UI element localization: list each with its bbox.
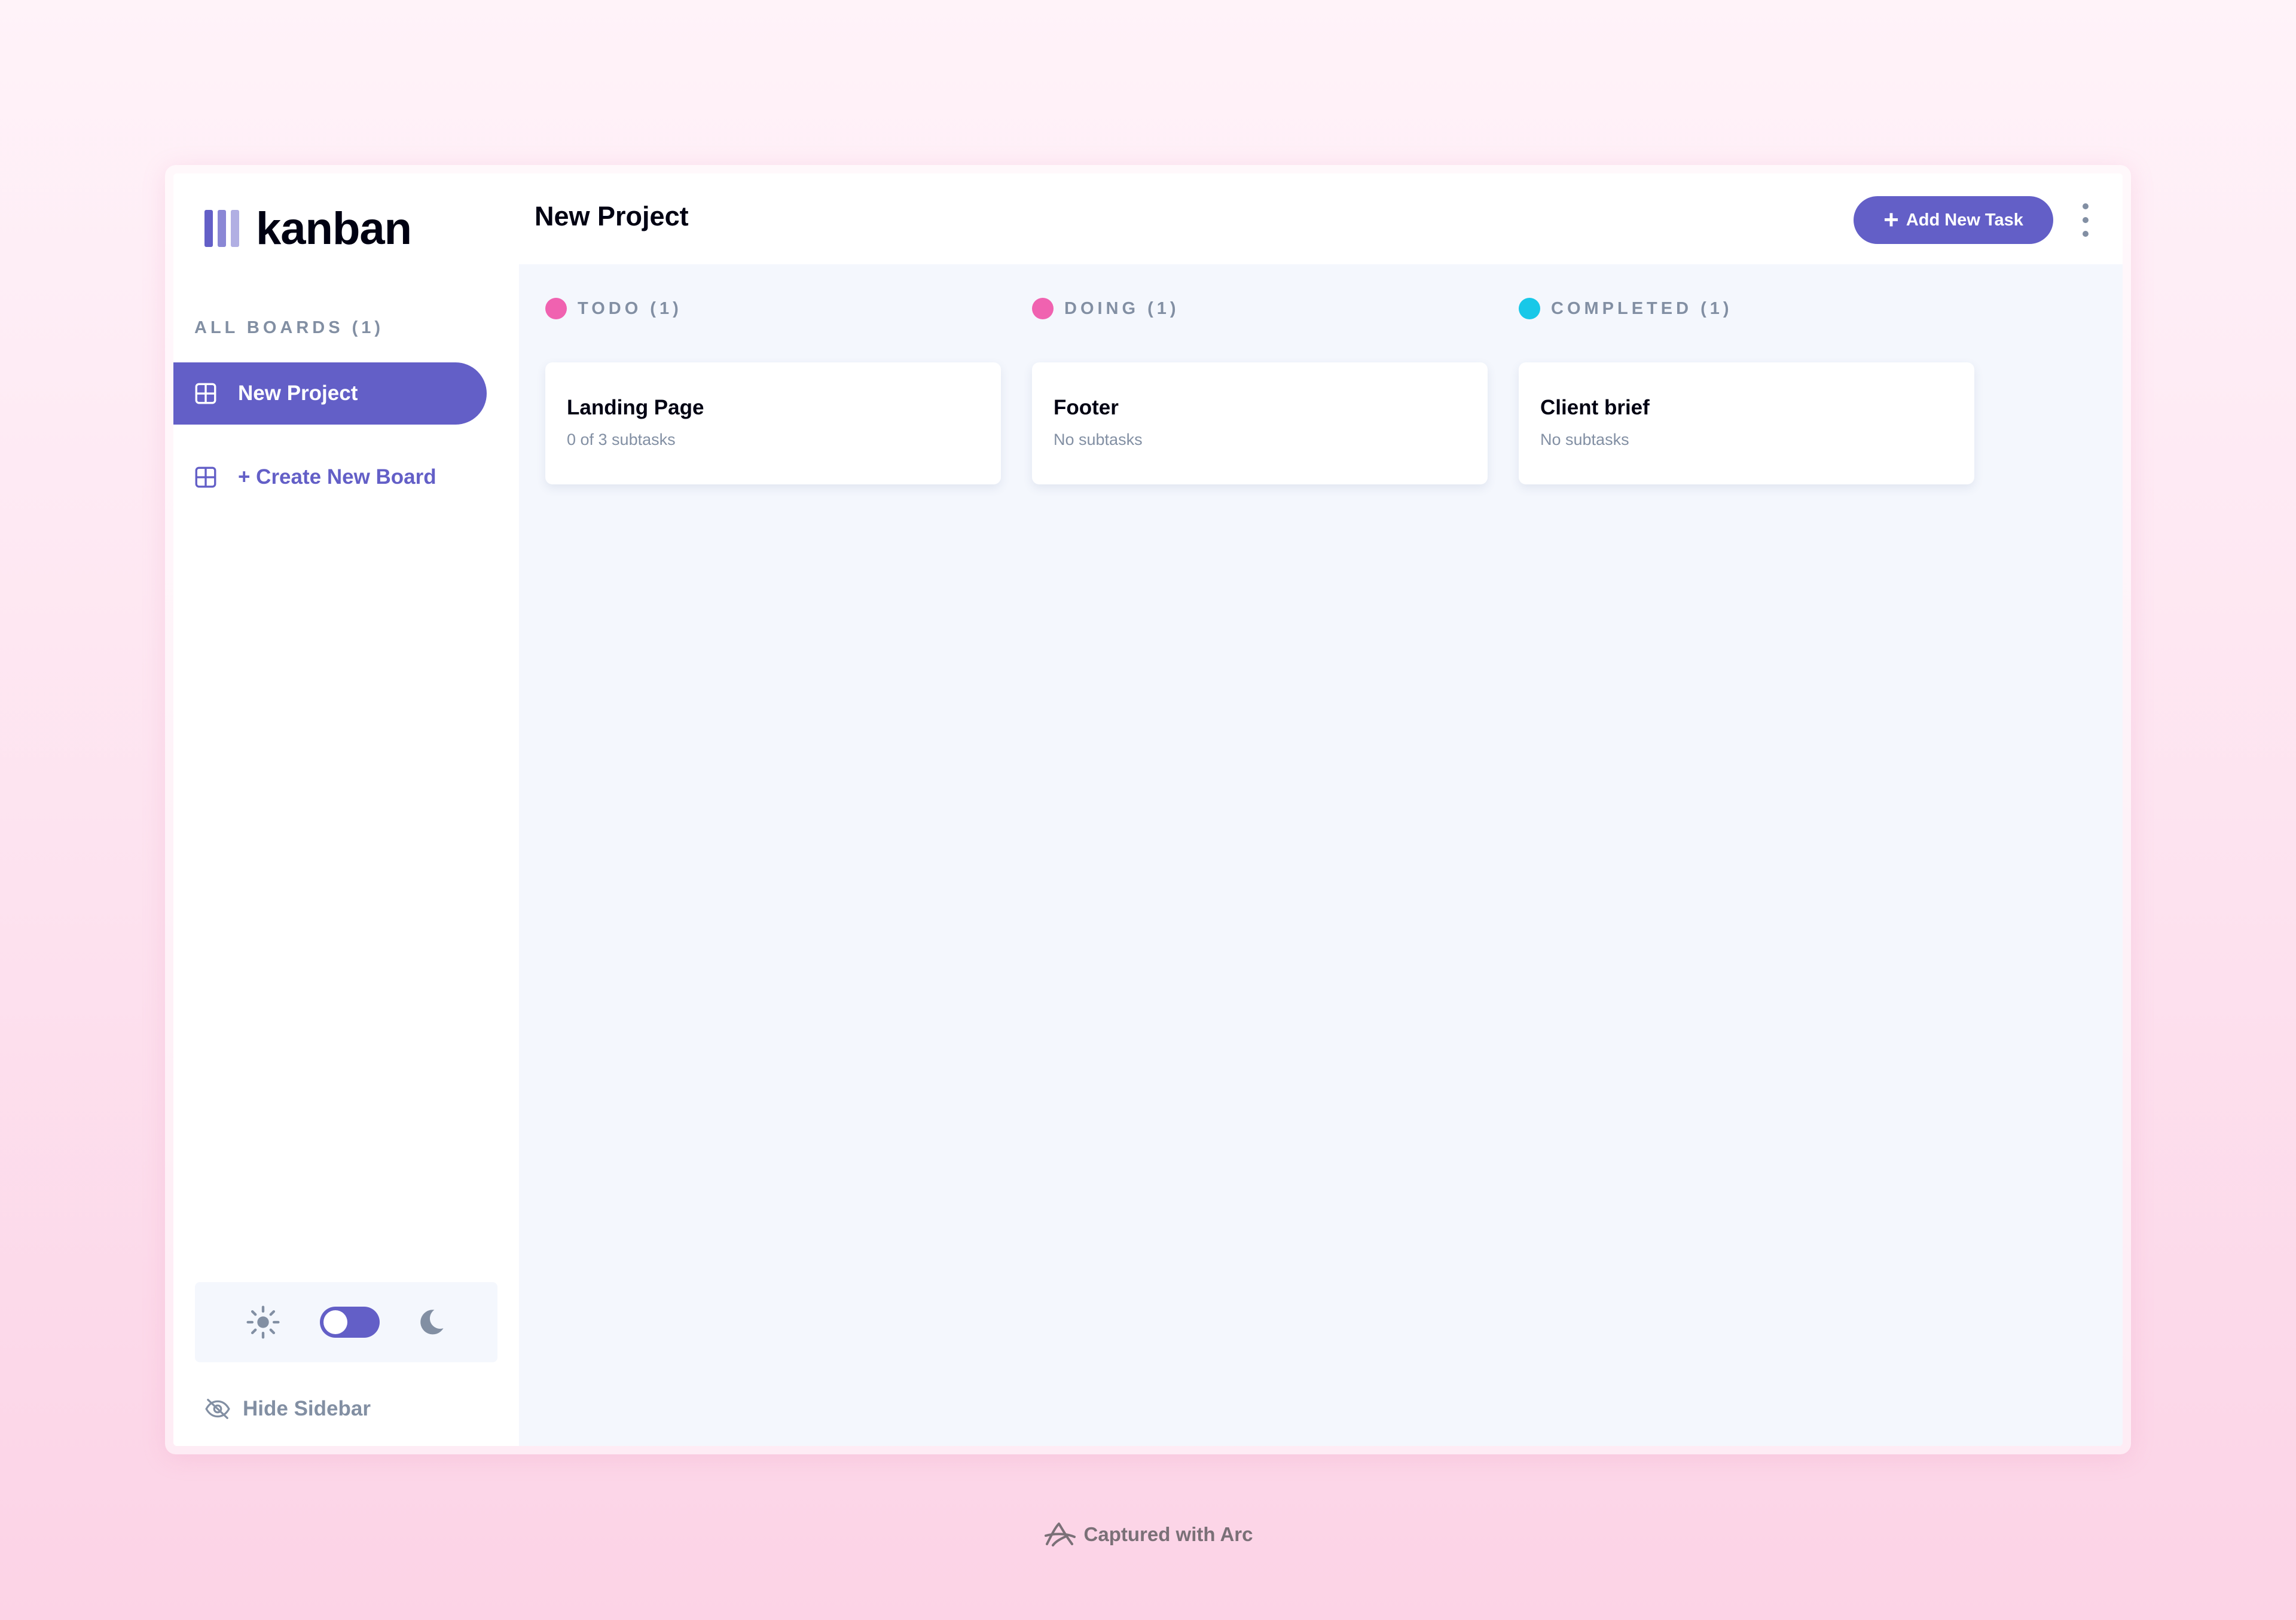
column-completed: COMPLETED (1) Client brief No subtasks xyxy=(1519,295,1974,484)
column-todo: TODO (1) Landing Page 0 of 3 subtasks xyxy=(545,295,1001,484)
create-board-label: + Create New Board xyxy=(238,465,436,489)
column-header: TODO (1) xyxy=(545,295,1001,322)
column-label: DOING (1) xyxy=(1064,298,1180,318)
theme-switch[interactable] xyxy=(320,1307,380,1338)
app-logo[interactable]: kanban xyxy=(204,199,412,258)
eye-slash-icon xyxy=(205,1399,230,1419)
task-card[interactable]: Client brief No subtasks xyxy=(1519,362,1974,484)
theme-switch-knob xyxy=(323,1310,347,1334)
add-task-label: Add New Task xyxy=(1906,210,2023,230)
board-icon xyxy=(195,466,216,488)
add-new-task-button[interactable]: + Add New Task xyxy=(1854,196,2053,244)
task-subtasks: No subtasks xyxy=(1054,431,1143,449)
sun-icon xyxy=(246,1305,280,1339)
column-label: TODO (1) xyxy=(578,298,682,318)
board-icon xyxy=(195,383,216,404)
column-label: COMPLETED (1) xyxy=(1551,298,1733,318)
status-dot xyxy=(545,298,567,319)
task-title: Footer xyxy=(1054,396,1119,419)
moon-icon xyxy=(420,1310,444,1335)
arc-logo-icon xyxy=(1044,1523,1076,1546)
vertical-ellipsis-icon[interactable] xyxy=(2078,203,2093,237)
plus-icon: + xyxy=(1883,205,1899,234)
sidebar-item-label: New Project xyxy=(238,382,358,405)
column-doing: DOING (1) Footer No subtasks xyxy=(1032,295,1488,484)
all-boards-heading: ALL BOARDS (1) xyxy=(194,318,384,337)
task-subtasks: No subtasks xyxy=(1540,431,1629,449)
hide-sidebar-button[interactable]: Hide Sidebar xyxy=(204,1391,371,1427)
theme-toggle-panel xyxy=(195,1282,497,1362)
task-title: Landing Page xyxy=(567,396,704,419)
task-card[interactable]: Landing Page 0 of 3 subtasks xyxy=(545,362,1001,484)
task-subtasks: 0 of 3 subtasks xyxy=(567,431,676,449)
kanban-app: kanban ALL BOARDS (1) New Project + Crea… xyxy=(173,173,2123,1446)
sidebar: kanban ALL BOARDS (1) New Project + Crea… xyxy=(173,173,519,1446)
column-header: DOING (1) xyxy=(1032,295,1488,322)
status-dot xyxy=(1519,298,1540,319)
column-header: COMPLETED (1) xyxy=(1519,295,1974,322)
task-title: Client brief xyxy=(1540,396,1650,419)
task-card[interactable]: Footer No subtasks xyxy=(1032,362,1488,484)
top-header: New Project + Add New Task xyxy=(519,173,2123,264)
page-title: New Project xyxy=(535,201,689,231)
logo-bars-icon xyxy=(204,210,239,247)
capture-caption: Captured with Arc xyxy=(0,1517,2296,1552)
create-new-board-button[interactable]: + Create New Board xyxy=(173,446,487,508)
caption-text: Captured with Arc xyxy=(1083,1523,1253,1545)
sidebar-item-new-project[interactable]: New Project xyxy=(173,362,487,425)
hide-sidebar-label: Hide Sidebar xyxy=(243,1397,371,1420)
logo-text: kanban xyxy=(256,203,412,254)
board-area: TODO (1) Landing Page 0 of 3 subtasks DO… xyxy=(519,264,2123,1446)
status-dot xyxy=(1032,298,1054,319)
